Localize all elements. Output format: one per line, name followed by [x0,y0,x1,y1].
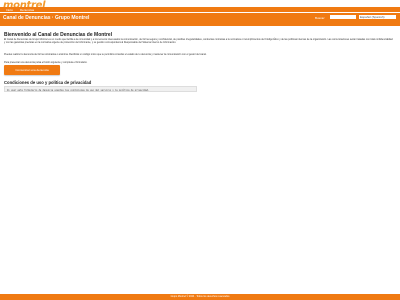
conditions-box: Al usar este formulario de denuncia acep… [4,86,197,92]
site-title[interactable]: Canal de Denuncias · Grupo Montrel [3,15,89,21]
intro-paragraph: El Canal de Denuncias de Grupo Montrel e… [4,38,393,45]
footer-text: Grupo Montrel © 2024 · Todos los derecho… [170,295,230,298]
language-select[interactable]: Español (Spanish) [359,15,396,19]
search-input[interactable] [330,15,356,19]
submit-report-button[interactable]: Comunicar una denuncia [4,65,60,75]
conditions-title: Condiciones de uso y política de privaci… [4,80,92,85]
search-label: Buscar: [315,16,326,20]
anonymity-paragraph: Puedes realizar tu denuncia de forma nom… [4,53,207,56]
instructions-paragraph: Para presentar una denuncia pulsa el bot… [4,61,88,64]
